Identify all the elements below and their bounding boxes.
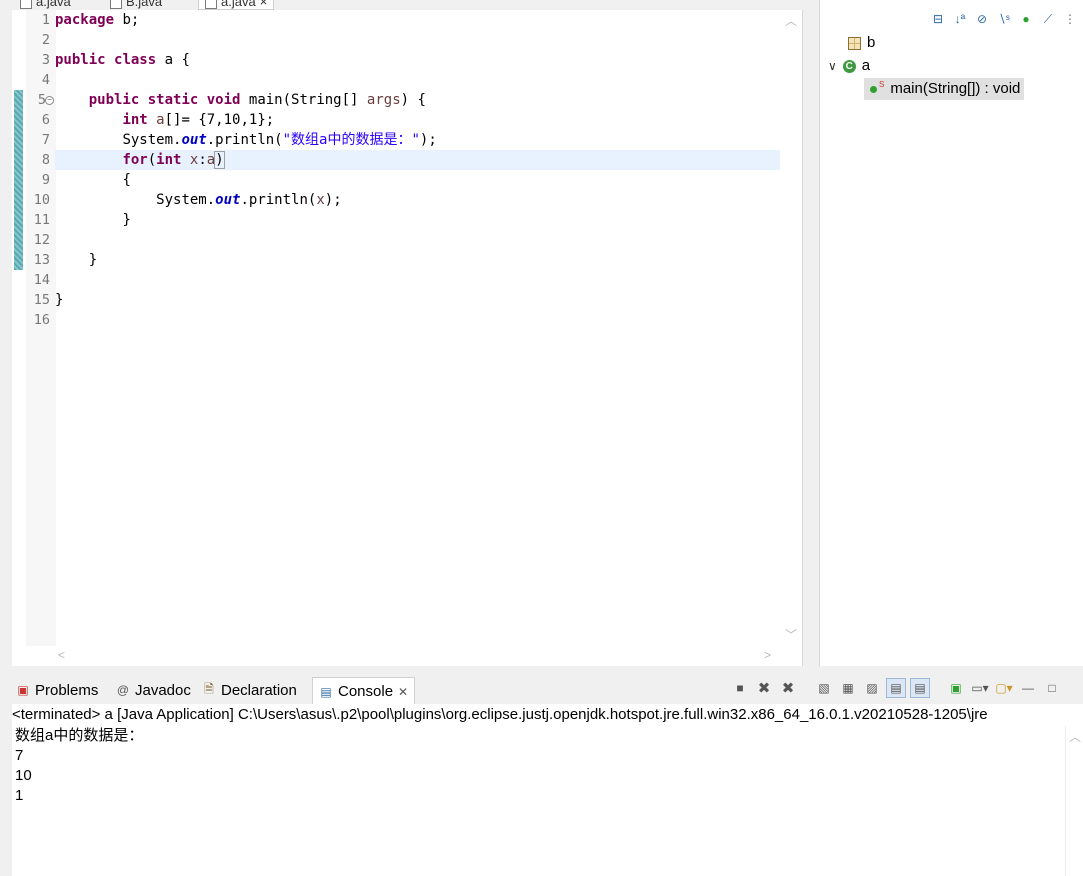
code-line-current: for(int x:a) (122, 151, 225, 169)
editor-tab[interactable]: B.java (110, 0, 162, 9)
class-icon: C (842, 59, 856, 73)
scroll-lock-icon[interactable]: ▦ (838, 678, 858, 698)
hide-local-types-icon[interactable]: ⟋ (1040, 11, 1056, 27)
console-output-line: 7 (15, 747, 24, 764)
console-toolbar: ■ ✖ ✖ ▧ ▦ ▨ ▤ ▤ ▣ ▭▾ ▢▾ — □ (730, 678, 1062, 698)
line-number: 12 (33, 232, 50, 248)
code-line: public static void main(String[] args) { (88, 92, 426, 108)
editor-tab-active[interactable]: a.java × (198, 0, 275, 10)
terminate-icon[interactable]: ■ (730, 678, 750, 698)
code-line: } (122, 212, 131, 228)
scroll-up-icon[interactable]: ︿ (785, 12, 797, 29)
word-wrap-icon[interactable]: ▨ (862, 678, 882, 698)
java-file-icon (110, 0, 122, 9)
hide-static-icon[interactable]: ∖ˢ (996, 11, 1012, 27)
hide-fields-icon[interactable]: ⊘ (974, 11, 990, 27)
line-number: 15 (33, 292, 50, 308)
code-line: } (88, 252, 98, 268)
line-number: 6 (41, 112, 50, 128)
code-line: System.out.println(x); (156, 192, 342, 208)
editor-tab[interactable]: a.java (20, 0, 71, 9)
java-editor[interactable]: 1 2 3 4 5 6 7 8 9 10 11 12 13 14 15 16 −… (12, 10, 803, 666)
minimize-icon[interactable]: — (1018, 678, 1038, 698)
change-marker (14, 90, 23, 270)
toolbar-separator (802, 678, 810, 698)
pin-console-icon[interactable]: ▣ (946, 678, 966, 698)
tab-javadoc[interactable]: @ Javadoc (116, 678, 191, 702)
tab-problems[interactable]: ▣ Problems (16, 678, 98, 702)
java-file-icon (20, 0, 32, 9)
hide-nonpublic-icon[interactable]: ● (1018, 11, 1034, 27)
tab-declaration[interactable]: 🗎 Declaration (202, 678, 297, 702)
console-output-line: 数组a中的数据是： (15, 727, 144, 744)
line-number: 11 (33, 212, 50, 228)
line-number: 7 (41, 132, 50, 148)
scroll-up-icon[interactable]: ︿ (1069, 728, 1081, 745)
line-number: 14 (33, 272, 50, 288)
console-output-line: 10 (15, 767, 32, 784)
java-file-icon (205, 0, 217, 9)
remove-launch-icon[interactable]: ✖ (754, 678, 774, 698)
console-vertical-scrollbar[interactable]: ︿ (1065, 726, 1083, 876)
clear-console-icon[interactable]: ▧ (814, 678, 834, 698)
bottom-view-tabs: ▣ Problems @ Javadoc 🗎 Declaration ▤ Con… (12, 674, 1083, 705)
static-icon: S (879, 80, 885, 89)
fold-collapse-icon[interactable]: − (45, 96, 54, 105)
tab-console[interactable]: ▤ Console ✕ (312, 677, 416, 705)
console-output-line: 1 (15, 787, 24, 804)
code-line: { (122, 172, 131, 188)
at-sign-icon: @ (116, 683, 130, 697)
console-icon: ▤ (320, 684, 332, 699)
close-icon[interactable]: × (260, 0, 268, 9)
package-icon (848, 36, 861, 50)
line-number: 13 (33, 252, 50, 268)
sort-icon[interactable]: ↓ª (952, 11, 968, 27)
toolbar-separator (934, 678, 942, 698)
outline-method[interactable]: S main(String[]) : void (864, 78, 1025, 100)
open-console-icon[interactable]: ▢▾ (994, 678, 1014, 698)
code-line: } (55, 292, 64, 308)
scroll-down-icon[interactable]: ﹀ (785, 626, 797, 643)
code-line: package b; (55, 12, 140, 28)
maximize-icon[interactable]: □ (1042, 678, 1062, 698)
outline-toolbar: ⊟ ↓ª ⊘ ∖ˢ ● ⟋ ⋮ (930, 11, 1078, 27)
declaration-icon: 🗎 (204, 681, 214, 696)
show-on-stderr-icon[interactable]: ▤ (910, 678, 930, 698)
line-number: 16 (33, 312, 50, 328)
scroll-right-icon[interactable]: > (764, 648, 771, 662)
outline-class[interactable]: ∨ C a (828, 55, 870, 77)
line-number: 3 (41, 52, 50, 68)
editor-horizontal-scrollbar[interactable]: < > (56, 646, 780, 666)
problems-icon: ▣ (17, 683, 29, 697)
console-output[interactable]: 数组a中的数据是： 7 10 1 (12, 726, 1065, 876)
scroll-left-icon[interactable]: < (58, 648, 65, 662)
editor-vertical-scrollbar[interactable]: ︿ ﹀ (780, 10, 802, 646)
show-on-stdout-icon[interactable]: ▤ (886, 678, 906, 698)
outline-package[interactable]: b (848, 32, 875, 54)
console-process-description: <terminated> a [Java Application] C:\Use… (12, 704, 1083, 727)
text-caret (223, 152, 225, 168)
line-number: 5 (37, 92, 46, 108)
matching-bracket: ) (214, 151, 225, 169)
line-number: 2 (41, 32, 50, 48)
close-icon[interactable]: ✕ (398, 685, 408, 699)
line-number: 9 (41, 172, 50, 188)
public-method-icon (870, 85, 877, 93)
line-number: 10 (33, 192, 50, 208)
code-line: System.out.println("数组a中的数据是："); (122, 132, 437, 148)
line-number: 1 (41, 12, 50, 28)
view-menu-icon[interactable]: ⋮ (1062, 11, 1078, 27)
remove-all-icon[interactable]: ✖ (778, 678, 798, 698)
display-console-icon[interactable]: ▭▾ (970, 678, 990, 698)
editor-tab-strip: a.java B.java a.java × (0, 0, 812, 10)
line-number: 8 (41, 152, 50, 168)
code-line: int a[]= {7,10,1}; (122, 112, 275, 128)
code-line: public class a { (55, 52, 190, 68)
collapse-all-icon[interactable]: ⊟ (930, 11, 946, 27)
line-number: 4 (41, 72, 50, 88)
chevron-down-icon[interactable]: ∨ (828, 55, 837, 77)
outline-view: ⊟ ↓ª ⊘ ∖ˢ ● ⟋ ⋮ b ∨ C a S main(String[])… (819, 0, 1083, 666)
